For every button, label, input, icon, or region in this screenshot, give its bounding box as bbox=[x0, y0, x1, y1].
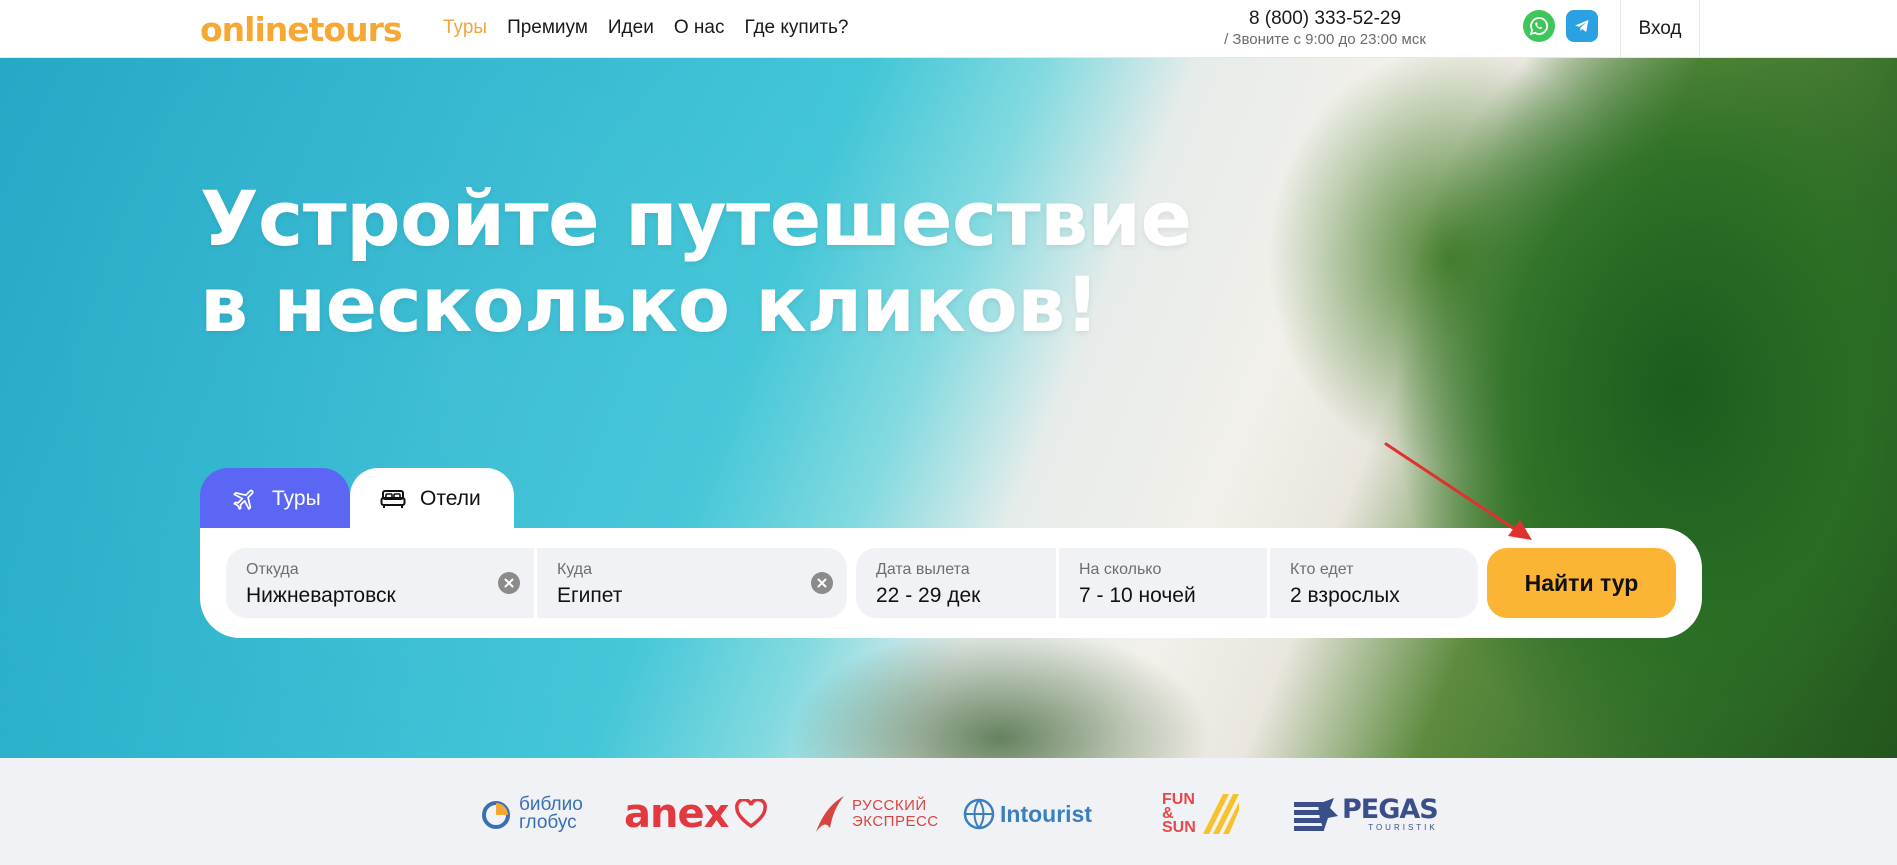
nav-where-to-buy[interactable]: Где купить? bbox=[744, 17, 848, 39]
rusexpress-line2: ЭКСПРЕСС bbox=[852, 813, 939, 830]
nav-about[interactable]: О нас bbox=[674, 17, 725, 39]
from-label: Откуда bbox=[246, 561, 299, 578]
biblio-line2: глобус bbox=[519, 812, 577, 833]
whatsapp-icon[interactable] bbox=[1523, 10, 1555, 42]
partner-intourist[interactable]: Intourist bbox=[962, 794, 1092, 834]
biblio-globus-logo-icon bbox=[482, 801, 510, 829]
hero-banner: Устройте путешествие в несколько кликов! bbox=[0, 58, 1897, 758]
nav-premium[interactable]: Премиум bbox=[507, 17, 588, 39]
partner-biblio-globus[interactable]: библио глобус bbox=[480, 794, 583, 834]
search-form: Откуда Нижневартовск Куда Египет Дата вы… bbox=[200, 528, 1702, 638]
nights-value: 7 - 10 ночей bbox=[1079, 584, 1196, 607]
login-button[interactable]: Вход bbox=[1620, 0, 1700, 58]
intourist-globe-icon bbox=[963, 798, 995, 830]
clear-to-icon[interactable] bbox=[811, 572, 833, 594]
fun-sun-stripes-icon bbox=[1202, 794, 1239, 834]
tab-tours-label: Туры bbox=[272, 487, 321, 510]
nights-field[interactable]: На сколько 7 - 10 ночей bbox=[1059, 548, 1267, 618]
partner-fun-sun[interactable]: FUN & SUN bbox=[1162, 792, 1239, 836]
pegas-text: PEGAS bbox=[1342, 794, 1439, 825]
find-tour-button[interactable]: Найти тур bbox=[1487, 548, 1676, 618]
nights-label: На сколько bbox=[1079, 561, 1162, 578]
from-field[interactable]: Откуда Нижневартовск bbox=[226, 548, 534, 618]
annotation-arrow-icon bbox=[1384, 442, 1532, 540]
date-field[interactable]: Дата вылета 22 - 29 дек bbox=[856, 548, 1056, 618]
plane-icon bbox=[233, 489, 254, 510]
russian-express-logo-icon bbox=[816, 796, 844, 832]
intourist-text: Intourist bbox=[1000, 800, 1092, 827]
tab-tours[interactable]: Туры bbox=[200, 468, 350, 530]
partner-pegas[interactable]: PEGAS TOURISTIK bbox=[1294, 794, 1439, 834]
anex-text: anex bbox=[624, 791, 729, 837]
tab-hotels[interactable]: Отели bbox=[350, 468, 514, 530]
login-label: Вход bbox=[1638, 18, 1682, 39]
clear-from-icon[interactable] bbox=[498, 572, 520, 594]
phone-block: 8 (800) 333-52-29 / Звоните с 9:00 до 23… bbox=[1215, 7, 1435, 49]
find-tour-label: Найти тур bbox=[1524, 569, 1639, 596]
to-field[interactable]: Куда Египет bbox=[537, 548, 847, 618]
rusexpress-line1: РУССКИЙ bbox=[852, 797, 927, 814]
to-value[interactable]: Египет bbox=[557, 582, 847, 610]
partners-strip: библио глобус anex РУССКИЙ ЭКСПРЕСС Into… bbox=[0, 758, 1897, 865]
hero-headline: Устройте путешествие в несколько кликов! bbox=[200, 176, 1192, 348]
hero-headline-line1: Устройте путешествие bbox=[200, 174, 1192, 263]
pegas-horse-icon bbox=[1294, 798, 1338, 831]
date-label: Дата вылета bbox=[876, 561, 970, 578]
travelers-label: Кто едет bbox=[1290, 561, 1354, 578]
nav-ideas[interactable]: Идеи bbox=[608, 17, 654, 39]
search-tabs: Туры Отели bbox=[200, 468, 514, 530]
date-value: 22 - 29 дек bbox=[876, 584, 981, 607]
partner-russian-express[interactable]: РУССКИЙ ЭКСПРЕСС bbox=[812, 794, 939, 834]
travelers-field[interactable]: Кто едет 2 взрослых bbox=[1270, 548, 1478, 618]
partner-anex[interactable]: anex bbox=[624, 791, 768, 837]
heart-icon bbox=[735, 799, 768, 829]
travelers-value: 2 взрослых bbox=[1290, 584, 1400, 607]
funsun-line3: SUN bbox=[1162, 819, 1196, 836]
pegas-sub: TOURISTIK bbox=[1368, 823, 1438, 832]
logo[interactable]: onlinetours bbox=[200, 9, 403, 49]
bed-icon bbox=[380, 490, 406, 508]
hero-headline-line2: в несколько кликов! bbox=[200, 260, 1099, 349]
site-header: onlinetours Туры Премиум Идеи О нас Где … bbox=[0, 0, 1897, 58]
tab-hotels-label: Отели bbox=[420, 487, 481, 510]
logo-text: onlinetours bbox=[200, 9, 403, 49]
phone-number[interactable]: 8 (800) 333-52-29 bbox=[1215, 7, 1435, 31]
from-value[interactable]: Нижневартовск bbox=[246, 582, 534, 610]
nav-tours[interactable]: Туры bbox=[443, 17, 487, 39]
main-nav: Туры Премиум Идеи О нас Где купить? bbox=[443, 17, 849, 39]
telegram-icon[interactable] bbox=[1566, 10, 1598, 42]
to-label: Куда bbox=[557, 561, 593, 578]
phone-hours: / Звоните с 9:00 до 23:00 мск bbox=[1224, 31, 1426, 48]
